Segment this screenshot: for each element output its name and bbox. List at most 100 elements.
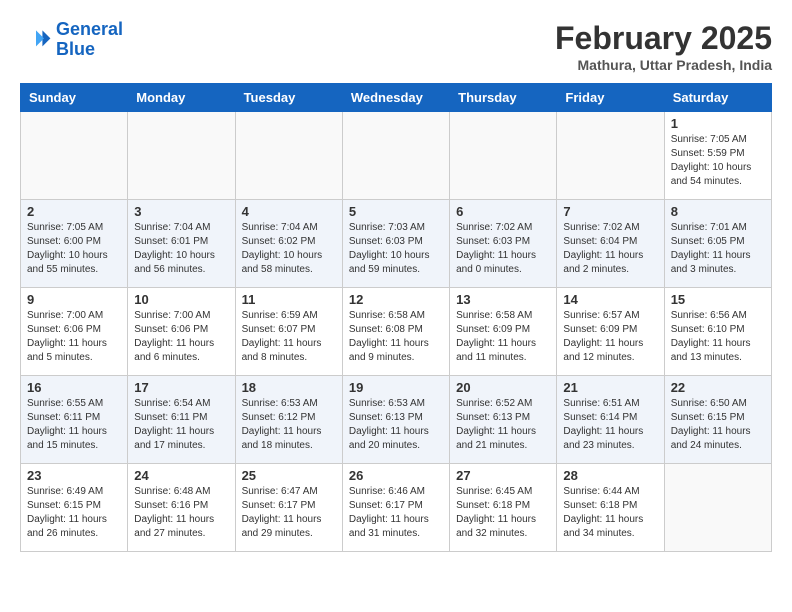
table-row: 13 Sunrise: 6:58 AM Sunset: 6:09 PM Dayli… [450,288,557,376]
day-info: Sunrise: 6:47 AM Sunset: 6:17 PM Dayligh… [242,485,336,541]
day-number: 18 [242,380,336,395]
location: Mathura, Uttar Pradesh, India [555,57,772,73]
day-info: Sunrise: 6:49 AM Sunset: 6:15 PM Dayligh… [27,485,121,541]
table-row: 25 Sunrise: 6:47 AM Sunset: 6:17 PM Dayli… [235,464,342,552]
table-row: 12 Sunrise: 6:58 AM Sunset: 6:08 PM Dayli… [342,288,449,376]
day-header-wednesday: Wednesday [342,84,449,112]
day-number: 12 [349,292,443,307]
table-row [450,112,557,200]
day-header-tuesday: Tuesday [235,84,342,112]
day-number: 23 [27,468,121,483]
day-info: Sunrise: 6:44 AM Sunset: 6:18 PM Dayligh… [563,485,657,541]
table-row: 15 Sunrise: 6:56 AM Sunset: 6:10 PM Dayli… [664,288,771,376]
day-number: 11 [242,292,336,307]
table-row: 20 Sunrise: 6:52 AM Sunset: 6:13 PM Dayli… [450,376,557,464]
day-info: Sunrise: 7:02 AM Sunset: 6:03 PM Dayligh… [456,221,550,277]
day-number: 21 [563,380,657,395]
day-info: Sunrise: 6:55 AM Sunset: 6:11 PM Dayligh… [27,397,121,453]
day-number: 26 [349,468,443,483]
table-row: 8 Sunrise: 7:01 AM Sunset: 6:05 PM Daylig… [664,200,771,288]
day-info: Sunrise: 6:57 AM Sunset: 6:09 PM Dayligh… [563,309,657,365]
day-number: 7 [563,204,657,219]
table-row: 4 Sunrise: 7:04 AM Sunset: 6:02 PM Daylig… [235,200,342,288]
day-number: 3 [134,204,228,219]
table-row [21,112,128,200]
table-row: 26 Sunrise: 6:46 AM Sunset: 6:17 PM Dayli… [342,464,449,552]
day-number: 9 [27,292,121,307]
calendar-table: SundayMondayTuesdayWednesdayThursdayFrid… [20,83,772,552]
table-row: 3 Sunrise: 7:04 AM Sunset: 6:01 PM Daylig… [128,200,235,288]
title-area: February 2025 Mathura, Uttar Pradesh, In… [555,20,772,73]
day-info: Sunrise: 7:04 AM Sunset: 6:01 PM Dayligh… [134,221,228,277]
day-number: 27 [456,468,550,483]
day-header-friday: Friday [557,84,664,112]
day-number: 22 [671,380,765,395]
day-info: Sunrise: 6:59 AM Sunset: 6:07 PM Dayligh… [242,309,336,365]
table-row [128,112,235,200]
day-info: Sunrise: 7:05 AM Sunset: 6:00 PM Dayligh… [27,221,121,277]
logo-text: General Blue [56,20,123,60]
day-info: Sunrise: 6:46 AM Sunset: 6:17 PM Dayligh… [349,485,443,541]
logo: General Blue [20,20,123,60]
day-info: Sunrise: 7:04 AM Sunset: 6:02 PM Dayligh… [242,221,336,277]
day-info: Sunrise: 7:02 AM Sunset: 6:04 PM Dayligh… [563,221,657,277]
day-number: 28 [563,468,657,483]
day-number: 1 [671,116,765,131]
day-number: 2 [27,204,121,219]
day-info: Sunrise: 6:53 AM Sunset: 6:13 PM Dayligh… [349,397,443,453]
day-info: Sunrise: 6:50 AM Sunset: 6:15 PM Dayligh… [671,397,765,453]
day-number: 24 [134,468,228,483]
day-info: Sunrise: 7:01 AM Sunset: 6:05 PM Dayligh… [671,221,765,277]
table-row: 24Sunrise: 6:48 AM Sunset: 6:16 PM Dayli… [128,464,235,552]
table-row: 14 Sunrise: 6:57 AM Sunset: 6:09 PM Dayli… [557,288,664,376]
table-row: 7 Sunrise: 7:02 AM Sunset: 6:04 PM Daylig… [557,200,664,288]
table-row: 6 Sunrise: 7:02 AM Sunset: 6:03 PM Daylig… [450,200,557,288]
table-row: 2 Sunrise: 7:05 AM Sunset: 6:00 PM Daylig… [21,200,128,288]
day-number: 14 [563,292,657,307]
day-number: 13 [456,292,550,307]
day-number: 17 [134,380,228,395]
day-number: 20 [456,380,550,395]
table-row: 23 Sunrise: 6:49 AM Sunset: 6:15 PM Dayli… [21,464,128,552]
day-number: 25 [242,468,336,483]
logo-line1: General [56,19,123,39]
day-info: Sunrise: 6:45 AM Sunset: 6:18 PM Dayligh… [456,485,550,541]
logo-line2: Blue [56,39,95,59]
table-row: 11 Sunrise: 6:59 AM Sunset: 6:07 PM Dayli… [235,288,342,376]
table-row [557,112,664,200]
logo-icon [20,24,52,56]
day-info: Sunrise: 6:58 AM Sunset: 6:09 PM Dayligh… [456,309,550,365]
day-info: Sunrise: 6:53 AM Sunset: 6:12 PM Dayligh… [242,397,336,453]
day-number: 4 [242,204,336,219]
day-info: Sunrise: 6:51 AM Sunset: 6:14 PM Dayligh… [563,397,657,453]
day-info: Sunrise: 7:00 AM Sunset: 6:06 PM Dayligh… [134,309,228,365]
day-number: 5 [349,204,443,219]
table-row [342,112,449,200]
day-number: 6 [456,204,550,219]
table-row: 19Sunrise: 6:53 AM Sunset: 6:13 PM Dayli… [342,376,449,464]
day-info: Sunrise: 6:58 AM Sunset: 6:08 PM Dayligh… [349,309,443,365]
table-row: 5 Sunrise: 7:03 AM Sunset: 6:03 PM Daylig… [342,200,449,288]
day-info: Sunrise: 6:56 AM Sunset: 6:10 PM Dayligh… [671,309,765,365]
day-info: Sunrise: 7:05 AM Sunset: 5:59 PM Dayligh… [671,133,765,189]
day-info: Sunrise: 7:03 AM Sunset: 6:03 PM Dayligh… [349,221,443,277]
day-number: 10 [134,292,228,307]
day-number: 15 [671,292,765,307]
table-row: 21 Sunrise: 6:51 AM Sunset: 6:14 PM Dayli… [557,376,664,464]
day-header-thursday: Thursday [450,84,557,112]
day-info: Sunrise: 6:52 AM Sunset: 6:13 PM Dayligh… [456,397,550,453]
day-number: 8 [671,204,765,219]
day-info: Sunrise: 6:54 AM Sunset: 6:11 PM Dayligh… [134,397,228,453]
page-container: General Blue February 2025 Mathura, Utta… [0,0,792,562]
day-info: Sunrise: 7:00 AM Sunset: 6:06 PM Dayligh… [27,309,121,365]
day-header-sunday: Sunday [21,84,128,112]
table-row: 1 Sunrise: 7:05 AM Sunset: 5:59 PM Daylig… [664,112,771,200]
table-row: 27 Sunrise: 6:45 AM Sunset: 6:18 PM Dayli… [450,464,557,552]
table-row: 28 Sunrise: 6:44 AM Sunset: 6:18 PM Dayli… [557,464,664,552]
table-row: 10 Sunrise: 7:00 AM Sunset: 6:06 PM Dayli… [128,288,235,376]
table-row: 22 Sunrise: 6:50 AM Sunset: 6:15 PM Dayli… [664,376,771,464]
table-row: 9 Sunrise: 7:00 AM Sunset: 6:06 PM Daylig… [21,288,128,376]
month-title: February 2025 [555,20,772,57]
table-row: 17 Sunrise: 6:54 AM Sunset: 6:11 PM Dayli… [128,376,235,464]
table-row [235,112,342,200]
